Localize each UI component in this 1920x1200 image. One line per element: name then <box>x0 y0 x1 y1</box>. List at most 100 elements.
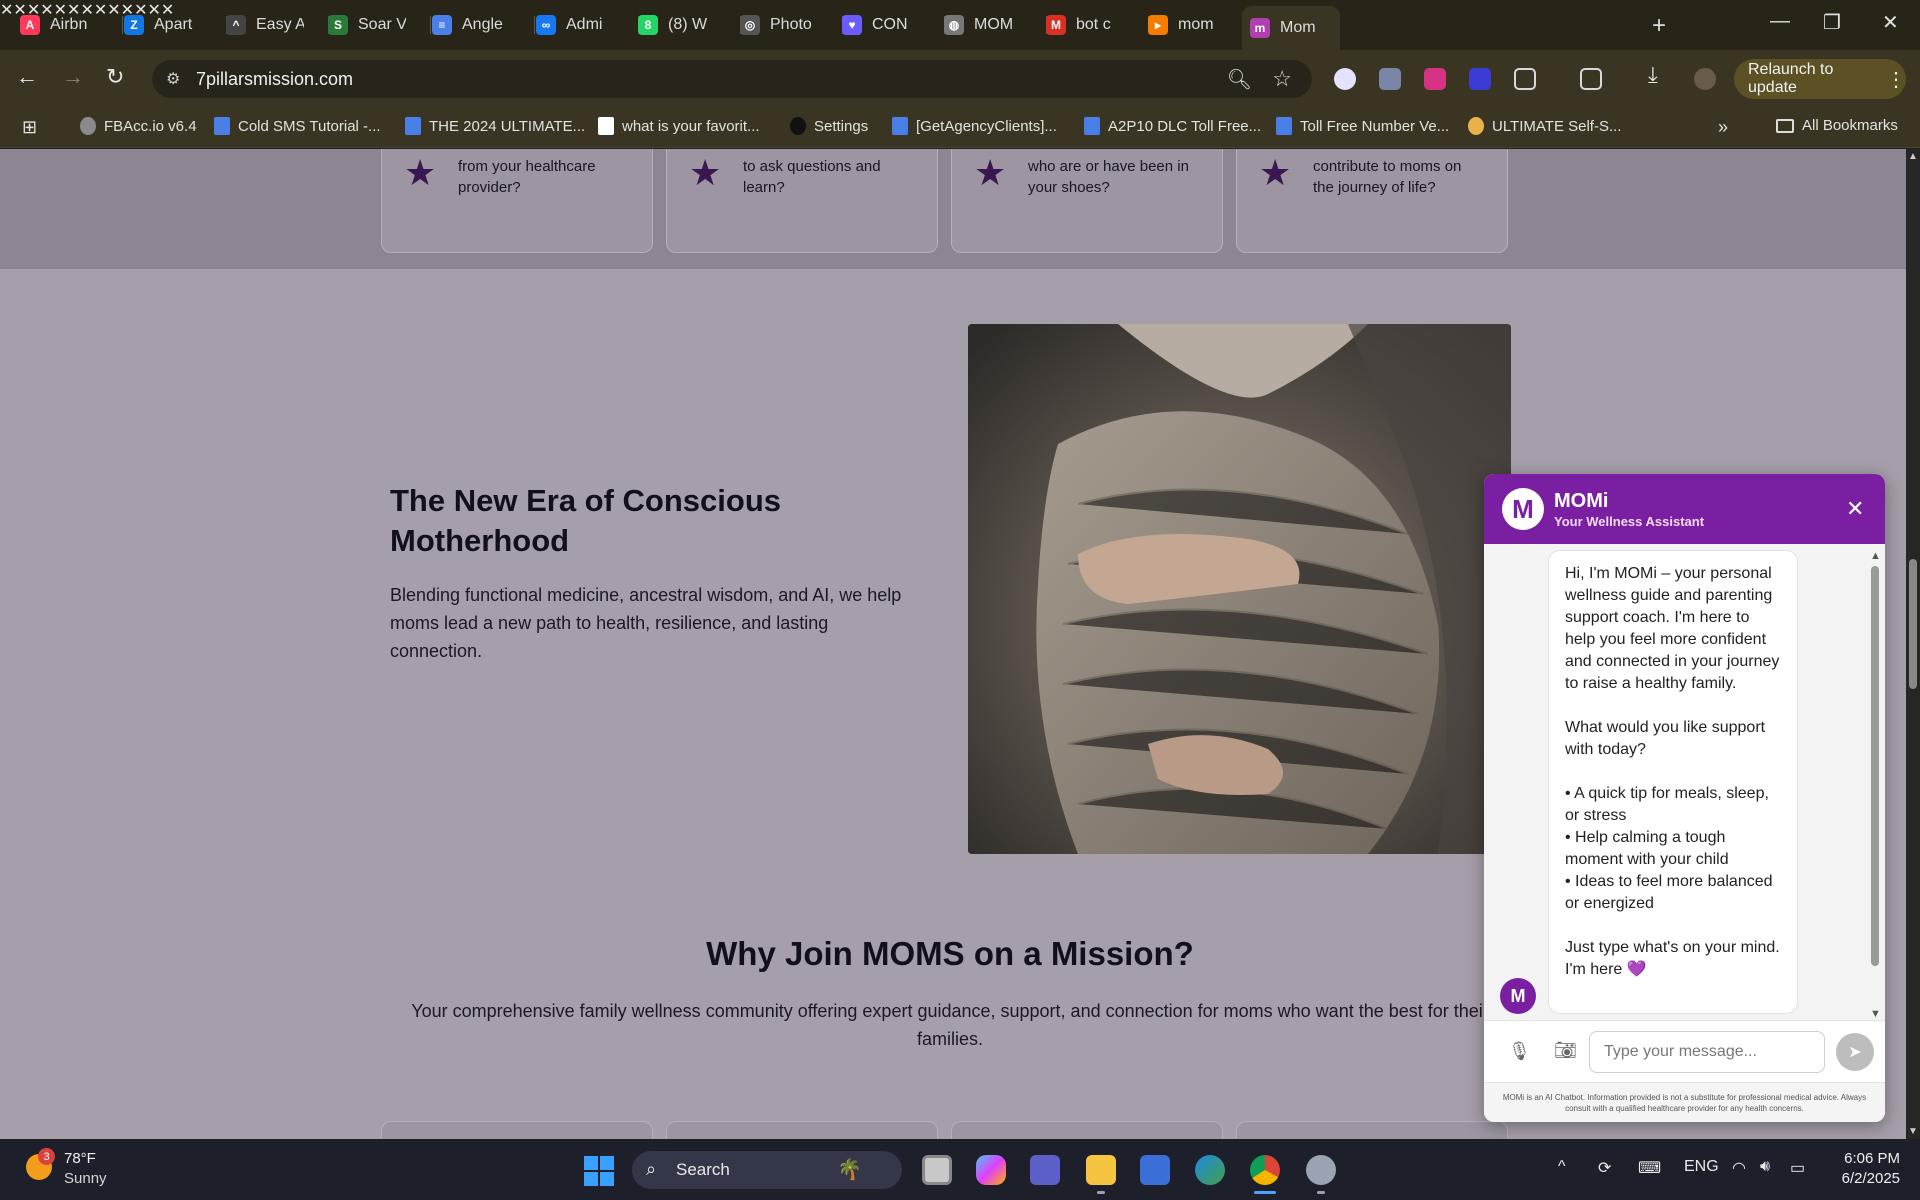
scroll-up-arrow-icon[interactable]: ▲ <box>1870 550 1881 562</box>
all-bookmarks[interactable]: All Bookmarks <box>1776 117 1898 134</box>
volume-icon[interactable]: 🔊︎ <box>1760 1158 1770 1176</box>
file-explorer-icon[interactable] <box>1086 1155 1116 1194</box>
tab-search-icon[interactable] <box>1580 68 1602 90</box>
language-indicator[interactable]: ENG <box>1684 1158 1719 1176</box>
clock-date[interactable]: 6/2/2025 <box>1826 1170 1900 1187</box>
close-window-icon[interactable]: ✕ <box>1882 10 1899 35</box>
windows-start-icon[interactable] <box>584 1156 614 1186</box>
page-scrollbar[interactable]: ▲ ▼ <box>1906 149 1920 1139</box>
bookmark-item[interactable]: Settings <box>790 117 868 135</box>
scroll-down-arrow-icon[interactable]: ▼ <box>1908 1126 1918 1137</box>
chevron-up-icon[interactable]: ^ <box>1558 1158 1566 1176</box>
forward-arrow-icon[interactable]: → <box>62 64 84 90</box>
extension-color-icon[interactable] <box>1334 68 1356 90</box>
page-scroll-thumb[interactable] <box>1909 559 1917 689</box>
close-icon[interactable]: ✕ <box>1846 496 1864 522</box>
sync-icon[interactable]: ⟳ <box>1598 1158 1611 1178</box>
microphone-icon[interactable]: 🎙︎ <box>1508 1041 1531 1062</box>
browser-tab[interactable]: Mbot c <box>1046 8 1138 42</box>
extension-code-icon[interactable] <box>1379 68 1401 90</box>
browser-tab[interactable]: ◎ Photo <box>740 8 832 42</box>
browser-tab[interactable]: 8 (8) W <box>638 8 730 42</box>
restore-icon[interactable]: ❐ <box>1823 10 1841 35</box>
apps-grid-icon[interactable]: ⊞ <box>22 117 37 138</box>
bookmark-item[interactable]: A2P10 DLC Toll Free... <box>1084 117 1261 135</box>
search-icon: ⌕ <box>646 1159 657 1179</box>
browser-tab[interactable]: ^ Easy A <box>226 8 318 42</box>
camera-icon[interactable]: 📷︎ <box>1554 1040 1577 1061</box>
star-icon: ★ <box>689 152 722 193</box>
gmail-icon: M <box>1046 15 1066 35</box>
windows-taskbar: 3 78°F Sunny ⌕ Search 🌴 ^ ⟳ ⌨ ENG ◠ 🔊︎ ▭… <box>0 1140 1920 1200</box>
task-view-icon[interactable] <box>922 1155 952 1185</box>
browser-tab[interactable]: A Airbn <box>20 8 112 42</box>
message-input[interactable] <box>1589 1031 1825 1073</box>
close-tab-icon[interactable]: ✕ <box>0 2 13 19</box>
minimize-icon[interactable]: — <box>1770 10 1790 33</box>
chat-scrollbar[interactable]: ▲ ▼ <box>1868 550 1882 1020</box>
more-bookmarks-icon[interactable]: » <box>1718 117 1728 138</box>
browser-tab[interactable]: ▸ mom <box>1148 8 1240 42</box>
bookmark-doc-icon <box>1276 117 1292 135</box>
extensions-puzzle-icon[interactable] <box>1514 68 1536 90</box>
browser-tab[interactable]: m Mom <box>1242 6 1340 50</box>
tab-title: Apart <box>154 16 193 33</box>
bookmark-item[interactable]: Toll Free Number Ve... <box>1276 117 1449 135</box>
bookmark-emoji-icon <box>1468 117 1484 135</box>
weather-badge: 3 <box>38 1148 55 1165</box>
bookmark-item[interactable]: Cold SMS Tutorial -... <box>214 117 381 135</box>
bookmark-item[interactable]: FBAcc.io v6.4 <box>80 117 197 135</box>
taskbar-search-label: Search <box>676 1160 730 1179</box>
weather-temp[interactable]: 78°F <box>64 1150 96 1167</box>
bookmark-item[interactable]: what is your favorit... <box>598 117 760 135</box>
bookmarks-bar: ⊞ » All Bookmarks FBAcc.io v6.4 Cold SMS … <box>0 108 1920 148</box>
bookmark-label: THE 2024 ULTIMATE... <box>429 117 586 135</box>
browser-tab[interactable]: ◍ MOM <box>944 8 1036 42</box>
star-icon: ★ <box>974 152 1007 193</box>
bookmark-item[interactable]: [GetAgencyClients]... <box>892 117 1057 135</box>
battery-icon[interactable]: ▭ <box>1790 1158 1805 1178</box>
new-tab-plus-icon[interactable]: + <box>1652 12 1666 40</box>
bookmark-doc-icon <box>1084 117 1100 135</box>
weather-condition[interactable]: Sunny <box>64 1170 107 1187</box>
back-arrow-icon[interactable]: ← <box>16 64 38 90</box>
benefit-card <box>1236 1121 1508 1139</box>
wifi-icon[interactable]: ◠ <box>1732 1158 1746 1178</box>
keyboard-icon[interactable]: ⌨ <box>1638 1158 1661 1178</box>
bookmark-label: A2P10 DLC Toll Free... <box>1108 117 1262 135</box>
bookmark-item[interactable]: ULTIMATE Self-S... <box>1468 117 1621 135</box>
store-icon[interactable] <box>1140 1155 1170 1185</box>
taskbar-search[interactable]: ⌕ Search 🌴 <box>632 1151 902 1189</box>
scroll-up-arrow-icon[interactable]: ▲ <box>1908 151 1918 162</box>
address-url[interactable]: 7pillarsmission.com <box>196 69 353 90</box>
teams-icon[interactable] <box>1030 1155 1060 1185</box>
chat-scroll-thumb[interactable] <box>1871 566 1879 966</box>
menu-dots-icon[interactable]: ⋮ <box>1886 67 1906 92</box>
browser-tab[interactable]: S Soar V <box>328 8 420 42</box>
zoom-icon[interactable]: 🔍︎ <box>1227 67 1252 92</box>
browser-tab[interactable]: ∞ Admi <box>536 8 628 42</box>
site-info-icon[interactable]: ⚙ <box>166 69 180 89</box>
browser-tab[interactable]: Z Apart <box>124 8 216 42</box>
chat-header: M MOMi Your Wellness Assistant ✕ <box>1484 474 1885 544</box>
edge-icon[interactable] <box>1195 1155 1225 1185</box>
extension-download-icon[interactable] <box>1424 68 1446 90</box>
settings-gear-icon[interactable] <box>1306 1155 1336 1194</box>
downloads-icon[interactable]: ⤓ <box>1648 62 1658 88</box>
extension-blue-icon[interactable] <box>1469 68 1491 90</box>
chrome-icon[interactable] <box>1250 1155 1280 1194</box>
clock-time[interactable]: 6:06 PM <box>1838 1150 1900 1167</box>
browser-tab[interactable]: ♥ CON <box>842 8 934 42</box>
copilot-icon[interactable] <box>976 1155 1006 1185</box>
bookmark-item[interactable]: THE 2024 ULTIMATE... <box>405 117 585 135</box>
address-bar[interactable]: ⚙ 7pillarsmission.com 🔍︎ ☆ <box>152 60 1312 98</box>
send-icon[interactable]: ➤ <box>1836 1033 1874 1071</box>
tab-separator <box>534 16 535 34</box>
scroll-down-arrow-icon[interactable]: ▼ <box>1870 1008 1881 1020</box>
browser-tab[interactable]: ≡ Angle <box>432 8 524 42</box>
relaunch-button[interactable]: Relaunch to update ⋮ <box>1734 59 1906 99</box>
tab-separator <box>430 16 431 34</box>
profile-avatar[interactable] <box>1692 66 1718 92</box>
bookmark-star-icon[interactable]: ☆ <box>1272 66 1292 92</box>
reload-icon[interactable]: ↻ <box>106 64 124 90</box>
